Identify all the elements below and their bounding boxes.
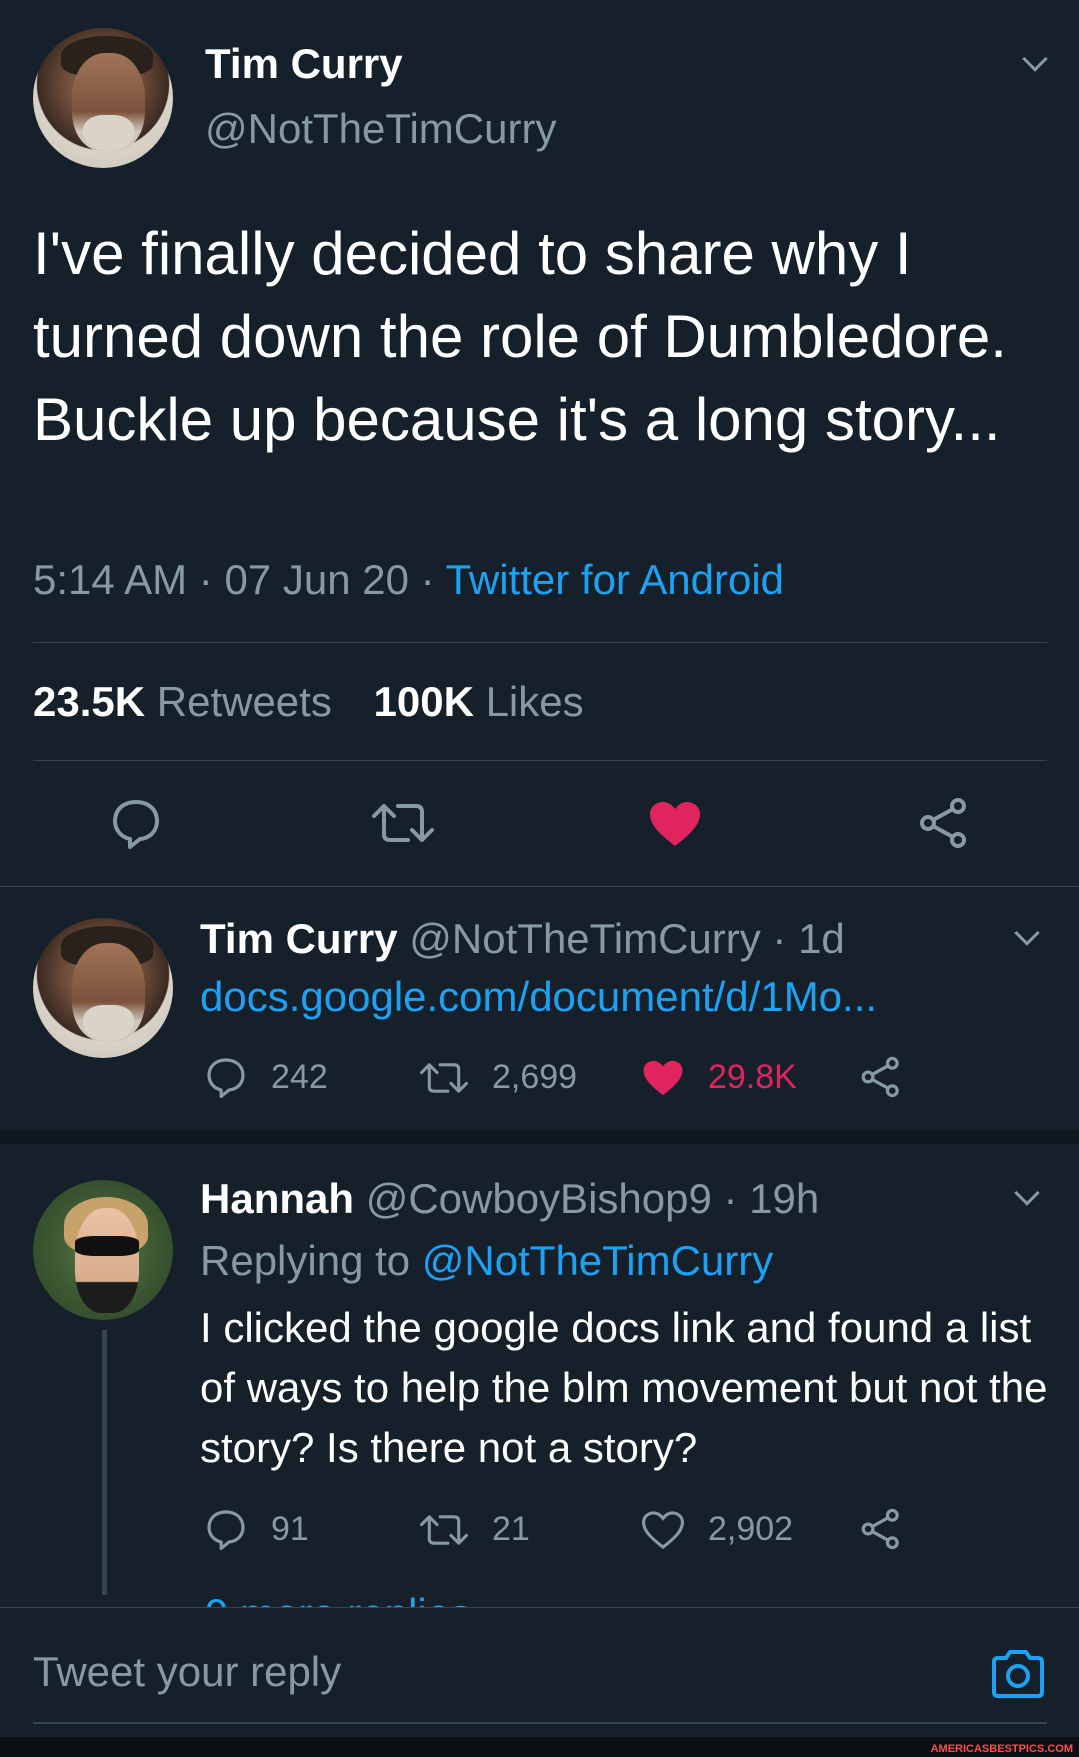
retweets-count: 23.5K (33, 678, 146, 725)
reply-handle-time[interactable]: @NotTheTimCurry · 1d (409, 915, 844, 962)
retweet-icon (420, 1514, 468, 1545)
tweet-source[interactable]: Twitter for Android (446, 556, 784, 603)
reply-header: Tim Curry @NotTheTimCurry · 1d (200, 915, 845, 963)
replying-to-handle[interactable]: @NotTheTimCurry (422, 1237, 773, 1284)
camera-icon (992, 1650, 1044, 1698)
reply-icon (207, 1058, 245, 1098)
tweet-date: 07 Jun 20 (224, 556, 409, 603)
reply-author-name[interactable]: Hannah (200, 1175, 354, 1222)
retweet-count: 2,699 (492, 1058, 578, 1096)
share-icon (861, 1056, 899, 1098)
retweet-icon (420, 1062, 468, 1093)
like-count: 29.8K (708, 1058, 797, 1096)
heart-icon (650, 802, 700, 846)
bottom-bar: AMERICASBESTPICS.COM (0, 1737, 1079, 1757)
chevron-down-icon[interactable] (1014, 1180, 1040, 1206)
thread-line (102, 1330, 107, 1595)
author-name[interactable]: Tim Curry (205, 40, 403, 88)
like-count: 2,902 (708, 1510, 794, 1548)
like-button[interactable]: 29.8K (642, 1058, 797, 1097)
meta-separator: · (198, 556, 213, 603)
retweets-stat[interactable]: 23.5K Retweets (33, 678, 344, 725)
chevron-down-icon[interactable] (1014, 920, 1040, 946)
likes-count: 100K (373, 678, 474, 725)
retweet-count: 21 (492, 1510, 530, 1548)
chevron-down-icon[interactable] (1022, 46, 1048, 72)
reply-button[interactable]: 242 (205, 1056, 328, 1098)
tweet-meta: 5:14 AM · 07 Jun 20 · Twitter for Androi… (33, 556, 784, 604)
heart-icon (642, 1510, 684, 1549)
replying-to-label: Replying to (200, 1237, 411, 1284)
like-button[interactable] (648, 800, 702, 853)
like-button[interactable]: 2,902 (642, 1510, 793, 1549)
share-button[interactable] (918, 797, 970, 854)
reply-input[interactable]: Tweet your reply (33, 1648, 341, 1696)
share-button[interactable] (860, 1508, 926, 1550)
avatar[interactable] (33, 918, 173, 1058)
reply-count: 91 (271, 1509, 309, 1548)
watermark: AMERICASBESTPICS.COM (930, 1743, 1073, 1755)
retweet-button[interactable]: 2,699 (420, 1058, 577, 1097)
tweet-time: 5:14 AM (33, 556, 188, 603)
share-icon (861, 1508, 899, 1550)
reply-composer: Tweet your reply (0, 1607, 1079, 1757)
avatar[interactable] (33, 1180, 173, 1320)
reply-icon (207, 1510, 245, 1550)
section-divider (0, 1130, 1079, 1144)
reply-count: 242 (271, 1057, 328, 1096)
reply-text: I clicked the google docs link and found… (200, 1304, 1048, 1471)
avatar[interactable] (33, 28, 173, 168)
retweets-label: Retweets (156, 678, 332, 725)
reply-author-name[interactable]: Tim Curry (200, 915, 398, 962)
meta-separator: · (420, 556, 435, 603)
share-icon (920, 798, 966, 848)
reply-button[interactable]: 91 (205, 1508, 309, 1550)
reply-button[interactable] (110, 797, 162, 854)
section-divider (0, 886, 1079, 887)
more-replies-link[interactable]: 9 more replies (205, 1590, 471, 1608)
share-button[interactable] (860, 1056, 926, 1098)
likes-stat[interactable]: 100K Likes (374, 678, 584, 725)
tweet-text: I've finally decided to share why I turn… (33, 220, 1007, 453)
author-handle[interactable]: @NotTheTimCurry (205, 105, 556, 153)
retweet-button[interactable] (372, 800, 434, 851)
heart-icon (643, 1060, 683, 1095)
composer-underline (33, 1722, 1047, 1724)
reply-handle-time[interactable]: @CowboyBishop9 · 19h (366, 1175, 820, 1222)
reply-header: Hannah @CowboyBishop9 · 19h (200, 1175, 819, 1223)
camera-button[interactable] (990, 1648, 1046, 1705)
retweet-button[interactable]: 21 (420, 1510, 530, 1549)
divider (33, 760, 1047, 761)
likes-label: Likes (485, 678, 584, 725)
reply-icon (113, 800, 159, 849)
divider (33, 642, 1047, 643)
retweet-icon (372, 804, 434, 842)
docs-link[interactable]: docs.google.com/document/d/1Mo... (200, 973, 877, 1021)
tweet-stats: 23.5K Retweets 100K Likes (33, 678, 584, 726)
replying-to: Replying to @NotTheTimCurry (200, 1237, 773, 1285)
main-tweet: Tim Curry @NotTheTimCurry I've finally d… (0, 0, 1079, 886)
